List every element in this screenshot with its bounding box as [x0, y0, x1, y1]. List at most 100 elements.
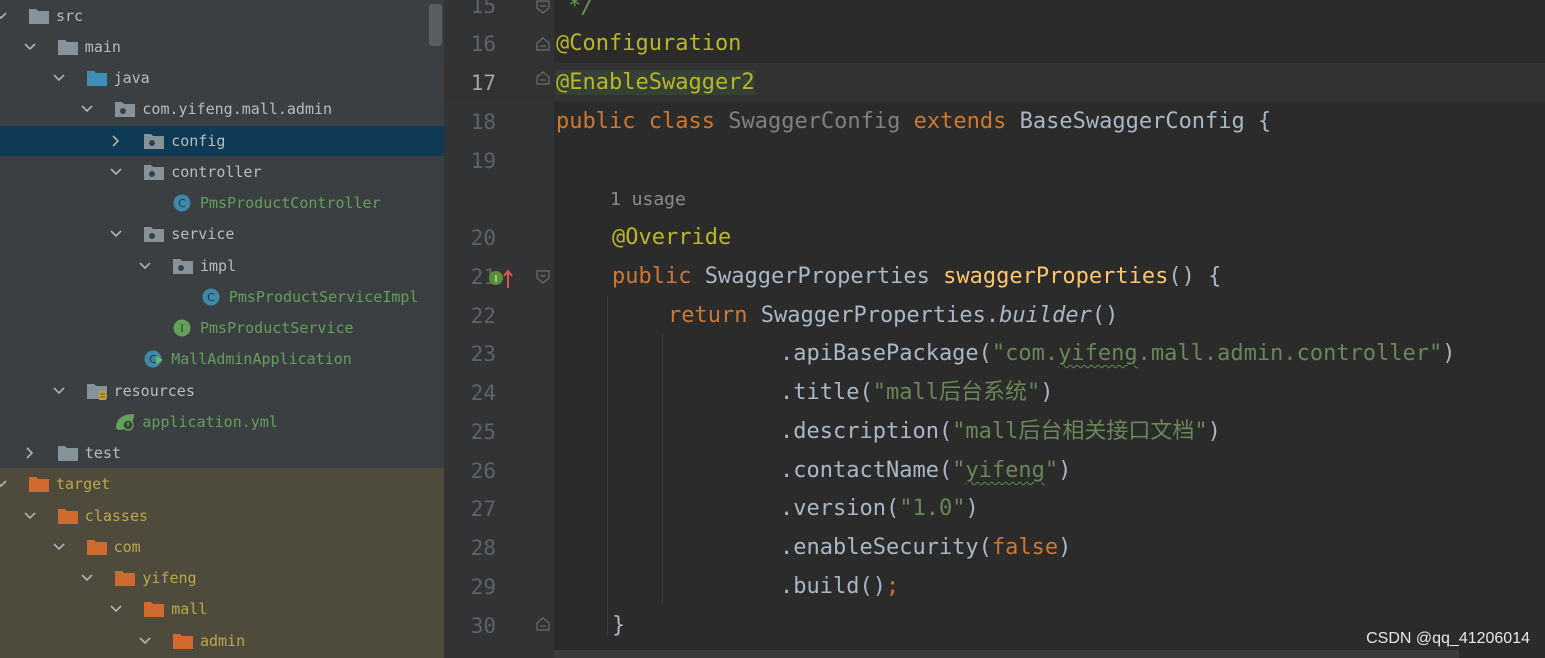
builder-parens: ()	[1091, 303, 1119, 328]
tree-item-target[interactable]: target	[0, 468, 444, 499]
package-icon	[143, 131, 165, 151]
line-number[interactable]: 15	[444, 0, 496, 20]
tree-item-pmsproductservice[interactable]: I PmsProductService	[0, 312, 444, 343]
code-line-26[interactable]: .contactName("yifeng")	[780, 457, 1071, 485]
string-description: "mall后台相关接口文档"	[952, 419, 1208, 444]
tree-item-label: com	[113, 537, 141, 556]
line-number[interactable]: 18	[444, 108, 496, 136]
code-line-24[interactable]: .title("mall后台系统")	[780, 379, 1053, 407]
line-number[interactable]: 20	[444, 224, 496, 252]
keyword-public: public	[556, 109, 636, 134]
line-number[interactable]: 23	[444, 340, 496, 368]
line-number[interactable]: 30	[444, 612, 496, 640]
string-version: "1.0"	[899, 496, 966, 521]
tree-item-service[interactable]: service	[0, 218, 444, 249]
code-line-29[interactable]: .build();	[780, 573, 899, 601]
resources-folder-icon	[86, 381, 108, 401]
keyword-public: public	[612, 264, 692, 289]
tree-item-admin[interactable]: admin	[0, 625, 444, 656]
chevron-down-icon[interactable]	[80, 102, 94, 116]
tree-item-controller[interactable]: controller	[0, 156, 444, 187]
line-number[interactable]: 26	[444, 457, 496, 485]
method-params: () {	[1168, 264, 1222, 289]
source-folder-icon	[86, 68, 108, 88]
code-line-30[interactable]: }	[612, 612, 625, 640]
chevron-down-icon[interactable]	[109, 227, 123, 241]
tree-item-yifeng[interactable]: yifeng	[0, 562, 444, 593]
chevron-down-icon[interactable]	[0, 477, 8, 491]
line-number[interactable]: 27	[444, 495, 496, 523]
code-line-15[interactable]: */	[568, 0, 595, 21]
package-icon	[172, 256, 194, 276]
fold-marker-icon[interactable]	[536, 270, 550, 284]
tree-item-java[interactable]: java	[0, 62, 444, 93]
chevron-down-icon[interactable]	[52, 384, 66, 398]
paren: )	[1207, 419, 1221, 444]
code-line-22[interactable]: return SwaggerProperties.builder()	[668, 302, 1118, 330]
line-number[interactable]: 28	[444, 534, 496, 562]
chevron-down-icon[interactable]	[138, 259, 152, 273]
chevron-down-icon[interactable]	[138, 634, 152, 648]
tree-item-impl[interactable]: impl	[0, 250, 444, 281]
closing-brace: }	[612, 613, 626, 638]
tree-item-config[interactable]: config	[0, 125, 444, 156]
line-number[interactable]: 25	[444, 418, 496, 446]
fold-marker-icon[interactable]	[536, 0, 550, 14]
code-line-27[interactable]: .version("1.0")	[780, 495, 979, 523]
chevron-down-icon[interactable]	[23, 509, 37, 523]
code-line-17[interactable]: @EnableSwagger2	[556, 69, 755, 97]
tree-item-com[interactable]: com	[0, 531, 444, 562]
chevron-down-icon[interactable]	[52, 540, 66, 554]
chevron-right-icon[interactable]	[23, 446, 37, 460]
code-line-23[interactable]: .apiBasePackage("com.yifeng.mall.admin.c…	[780, 340, 1456, 368]
tree-item-label: impl	[200, 256, 237, 275]
line-number[interactable]: 19	[444, 147, 496, 175]
tree-item-pmsproductserviceimpl[interactable]: C PmsProductServiceImpl	[0, 281, 444, 312]
chevron-down-icon[interactable]	[80, 571, 94, 585]
tree-item-pmsproductcontroller[interactable]: C PmsProductController	[0, 187, 444, 218]
tree-item-src[interactable]: src	[0, 0, 444, 31]
paren: )	[1058, 458, 1072, 483]
chevron-down-icon[interactable]	[109, 165, 123, 179]
class-name: SwaggerConfig	[728, 109, 901, 134]
chevron-down-icon[interactable]	[0, 9, 8, 23]
annotation-configuration: @Configuration	[556, 31, 742, 56]
chevron-down-icon[interactable]	[23, 40, 37, 54]
line-number[interactable]: 29	[444, 573, 496, 601]
code-line-21[interactable]: public SwaggerProperties swaggerProperti…	[612, 263, 1221, 291]
code-line-28[interactable]: .enableSecurity(false)	[780, 534, 1071, 562]
string-part: "com.	[991, 341, 1059, 366]
tree-item-label: PmsProductController	[200, 194, 381, 212]
tree-item-resources[interactable]: resources	[0, 375, 444, 406]
project-scrollbar[interactable]	[429, 4, 442, 46]
usage-hint[interactable]: 1 usage	[610, 189, 686, 210]
line-number[interactable]: 16	[444, 30, 496, 58]
method-enable-security: .enableSecurity(	[780, 535, 992, 560]
tree-item-com-yifeng-mall-admin[interactable]: com.yifeng.mall.admin	[0, 93, 444, 124]
indent-guide	[662, 334, 663, 604]
code-line-16[interactable]: @Configuration	[556, 30, 741, 58]
fold-marker-icon[interactable]	[536, 71, 550, 85]
tree-item-malladminapplication[interactable]: C MallAdminApplication	[0, 343, 444, 374]
chevron-down-icon[interactable]	[109, 602, 123, 616]
fold-marker-icon[interactable]	[536, 37, 550, 51]
implements-method-icon[interactable]: I	[488, 268, 514, 290]
svg-text:C: C	[207, 291, 215, 304]
tree-item-application-yml[interactable]: application.yml	[0, 406, 444, 437]
package-icon	[114, 99, 136, 119]
chevron-down-icon[interactable]	[52, 71, 66, 85]
code-line-20[interactable]: @Override	[612, 224, 731, 252]
code-line-18[interactable]: public class SwaggerConfig extends BaseS…	[556, 108, 1271, 136]
line-number[interactable]: 17	[444, 69, 496, 97]
tree-item-mall[interactable]: mall	[0, 593, 444, 624]
fold-marker-icon[interactable]	[536, 617, 550, 631]
line-number[interactable]: 22	[444, 302, 496, 330]
code-line-25[interactable]: .description("mall后台相关接口文档")	[780, 418, 1221, 446]
chevron-right-icon[interactable]	[109, 134, 123, 148]
line-number[interactable]: 24	[444, 379, 496, 407]
tree-item-label: MallAdminApplication	[171, 350, 352, 369]
editor-horizontal-scrollbar[interactable]	[554, 650, 1459, 658]
tree-item-test[interactable]: test	[0, 437, 444, 468]
tree-item-main[interactable]: main	[0, 31, 444, 62]
tree-item-classes[interactable]: classes	[0, 500, 444, 531]
